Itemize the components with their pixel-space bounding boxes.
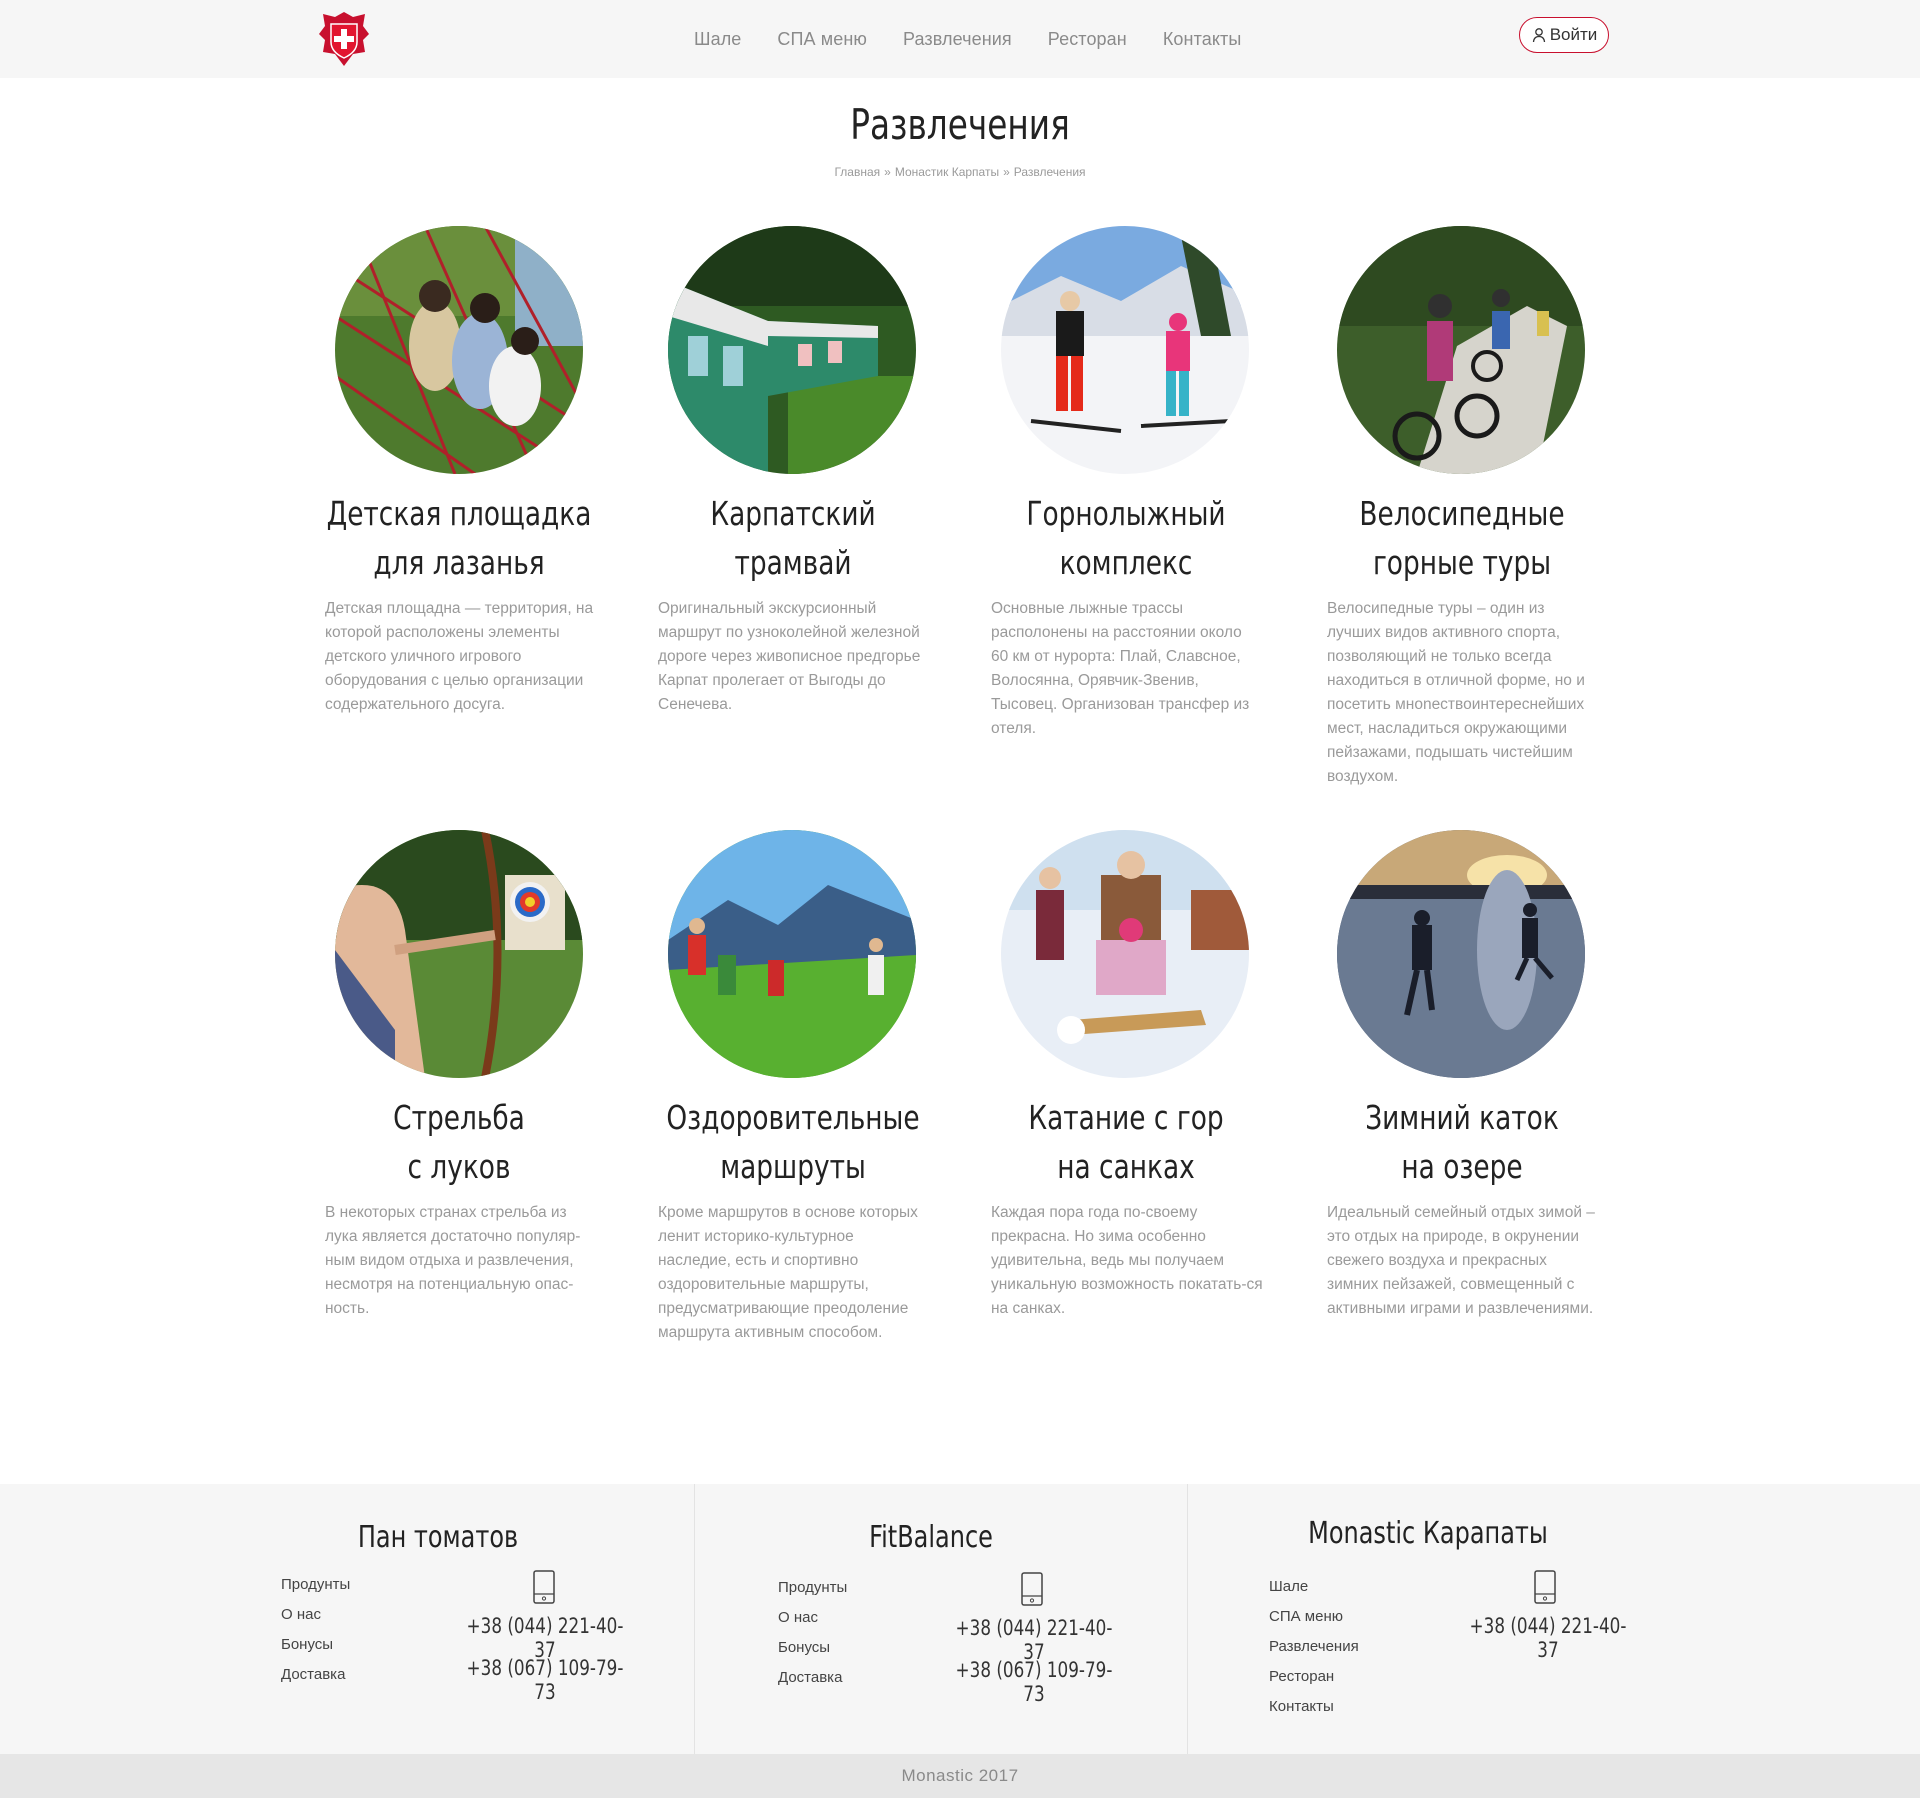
card-title: Карпатский трамвай (710, 494, 876, 582)
card-text: Идеальный семейный отдых зимой – это отд… (1327, 1204, 1595, 1317)
mountain-bikers-photo[interactable] (1337, 226, 1585, 474)
phone-icon (533, 1570, 555, 1604)
footer-divider (694, 1484, 695, 1754)
footer-brand-title: FitBalance (869, 1520, 993, 1555)
footer-link-spa-menu[interactable]: СПА меню (1269, 1608, 1343, 1625)
login-label: Войти (1549, 25, 1598, 44)
breadcrumb: Главная» Монастик Карпаты» Развлечения (834, 165, 1086, 179)
card-title: Горнолыжный комплекс (1026, 494, 1226, 582)
footer-divider (1187, 1484, 1188, 1754)
card-text: Детская площадна — территория, на которо… (325, 600, 594, 713)
card-title: Детская площадка для лазанья (326, 494, 592, 582)
mountain-tram-photo[interactable] (668, 226, 916, 474)
nav-item-spa-menu[interactable]: СПА меню (777, 29, 867, 50)
breadcrumb-monastic-carpathians[interactable]: Монастик Карпаты (895, 165, 999, 179)
footer-brand-title: Monastic Карапаты (1308, 1516, 1548, 1551)
main-nav: Шале СПА меню Развлечения Ресторан Конта… (694, 0, 1277, 78)
swiss-crest-logo-icon[interactable] (313, 8, 375, 70)
sledding-photo[interactable] (1001, 830, 1249, 1078)
card-text: Кроме маршрутов в основе которых ленит и… (658, 1204, 918, 1341)
nav-item-restaurant[interactable]: Ресторан (1048, 29, 1127, 50)
card-text: В некоторых странах стрельба из лука явл… (325, 1204, 581, 1317)
user-icon (1532, 28, 1545, 43)
footer-phone[interactable]: +38 (044) 221-40-37 (954, 1616, 1114, 1664)
archery-photo[interactable] (335, 830, 583, 1078)
ice-skating-lake-photo[interactable] (1337, 830, 1585, 1078)
card-text: Каждая пора года по-своему прекрасна. Но… (991, 1204, 1263, 1317)
card-title: Зимний каток на озере (1365, 1098, 1559, 1186)
footer-brand-title: Пан томатов (357, 1520, 519, 1555)
skiers-photo[interactable] (1001, 226, 1249, 474)
card-text: Оригинальный экскурсионный маршрут по уз… (658, 600, 921, 713)
footer-phone[interactable]: +38 (044) 221-40-37 (1468, 1614, 1628, 1662)
phone-icon (1534, 1570, 1556, 1604)
card-title: Катание с гор на санках (1028, 1098, 1224, 1186)
card-title: Велосипедные горные туры (1359, 494, 1565, 582)
card-text: Велосипедные туры – один из лучших видов… (1327, 600, 1585, 785)
footer-phone[interactable]: +38 (044) 221-40-37 (465, 1614, 625, 1662)
footer-phone[interactable]: +38 (067) 109-79-73 (954, 1658, 1114, 1706)
login-button[interactable]: Войти (1519, 17, 1609, 53)
footer-link-bonuses[interactable]: Бонусы (778, 1639, 830, 1656)
phone-icon (1021, 1572, 1043, 1606)
footer-link-chalet[interactable]: Шале (1269, 1578, 1308, 1595)
site-footer: Пан томатов Продунты О нас Бонусы Достав… (0, 1484, 1920, 1754)
page-title: Развлечения (850, 100, 1070, 149)
footer-link-delivery[interactable]: Доставка (281, 1666, 345, 1683)
hikers-photo[interactable] (668, 830, 916, 1078)
copyright: Monastic 2017 (0, 1754, 1920, 1798)
nav-item-contacts[interactable]: Контакты (1163, 29, 1242, 50)
footer-link-products[interactable]: Продунты (778, 1579, 847, 1596)
breadcrumb-home[interactable]: Главная (834, 165, 880, 179)
footer-link-restaurant[interactable]: Ресторан (1269, 1668, 1334, 1685)
card-title: Стрельба с луков (393, 1098, 525, 1186)
kids-climbing-net-photo[interactable] (335, 226, 583, 474)
site-header: Шале СПА меню Развлечения Ресторан Конта… (0, 0, 1920, 78)
footer-phone[interactable]: +38 (067) 109-79-73 (465, 1656, 625, 1704)
footer-link-contacts[interactable]: Контакты (1269, 1698, 1334, 1715)
nav-item-chalet[interactable]: Шале (694, 29, 741, 50)
footer-link-products[interactable]: Продунты (281, 1576, 350, 1593)
footer-link-delivery[interactable]: Доставка (778, 1669, 842, 1686)
breadcrumb-current: Развлечения (1013, 165, 1086, 179)
footer-link-about[interactable]: О нас (778, 1609, 818, 1626)
card-text: Основные лыжные трассы располонены на ра… (991, 600, 1250, 737)
footer-link-entertainment[interactable]: Развлечения (1269, 1638, 1359, 1655)
card-title: Оздоровительные маршруты (666, 1098, 920, 1186)
footer-link-bonuses[interactable]: Бонусы (281, 1636, 333, 1653)
nav-item-entertainment[interactable]: Развлечения (903, 29, 1012, 50)
footer-link-about[interactable]: О нас (281, 1606, 321, 1623)
